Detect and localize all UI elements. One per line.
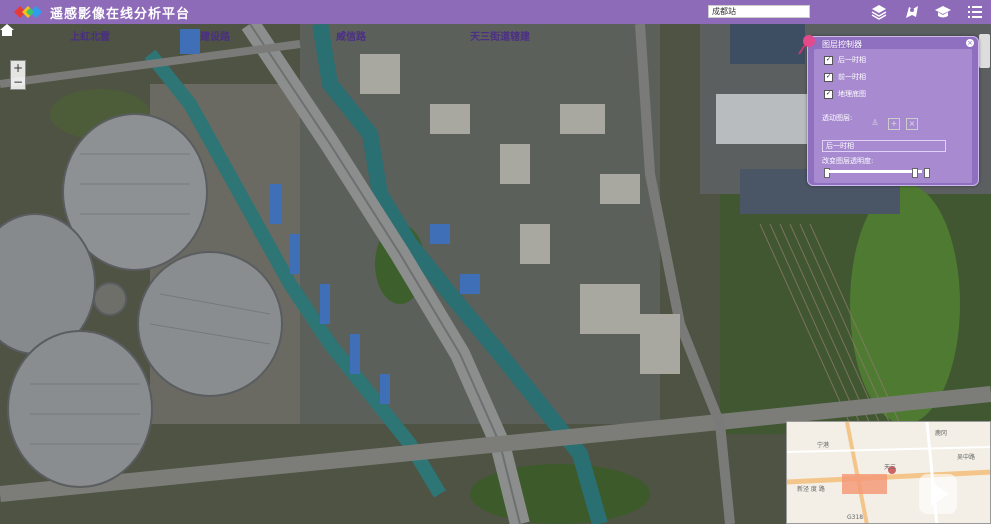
map-label: 建设路 (200, 32, 230, 43)
search-input[interactable]: 成都站 (708, 5, 810, 18)
list-icon[interactable] (966, 3, 984, 21)
opacity-label: 改变图层透明度: (822, 157, 874, 165)
minimap-label: 天三 (884, 464, 897, 471)
panel-body: ✓ 后一时相 ✓ 前一时相 ✓ 地理底图 透动图层: ♙ + × 后一时相 改变… (814, 49, 972, 183)
map-label: 威信路 (336, 32, 366, 43)
graduation-icon[interactable] (934, 3, 952, 21)
opacity-slider-track[interactable] (826, 170, 922, 173)
add-icon[interactable]: + (888, 118, 900, 130)
minimap-label: 新泾 度 路 (797, 486, 825, 493)
zoom-control: + − (10, 60, 26, 90)
minimap-label: 鹿冈 (935, 430, 948, 437)
home-icon[interactable] (0, 24, 14, 36)
checkbox-label: 后一时相 (838, 56, 866, 64)
map-label: 天三街道辖建 (470, 32, 530, 43)
minimap-graphic (787, 422, 990, 523)
layers-icon[interactable] (870, 3, 888, 21)
overview-minimap[interactable]: 宁港 鹿冈 吴中路 天三 G318 新泾 度 路 (786, 421, 991, 524)
checkbox-icon[interactable]: ✓ (824, 72, 833, 82)
slider-max-handle[interactable] (924, 168, 930, 178)
minimap-label: 吴中路 (957, 454, 976, 461)
layer-checkbox-row[interactable]: ✓ 地理底图 (824, 89, 866, 99)
layer-checkbox-row[interactable]: ✓ 后一时相 (824, 55, 866, 65)
zoom-out-button[interactable]: − (11, 75, 25, 89)
pushpin-icon (798, 35, 815, 55)
map-icon[interactable] (903, 3, 921, 21)
map-label: 上虹北霊 (70, 32, 110, 43)
app-logo (14, 6, 42, 18)
checkbox-label: 地理底图 (838, 90, 866, 98)
checkbox-icon[interactable]: ✓ (824, 89, 833, 99)
layer-checkbox-row[interactable]: ✓ 前一时相 (824, 72, 866, 82)
close-icon[interactable]: × (966, 39, 974, 47)
swipe-label: 透动图层: (822, 114, 853, 122)
layer-select[interactable]: 后一时相 (822, 140, 946, 152)
app-title: 遥感影像在线分析平台 (50, 7, 191, 22)
panel-scrollbar[interactable] (979, 34, 990, 68)
layer-control-panel: 图层控制器 × ✓ 后一时相 ✓ 前一时相 ✓ 地理底图 透动图层: ♙ + ×… (807, 36, 979, 186)
app-header: 遥感影像在线分析平台 成都站 (0, 0, 991, 24)
zoom-in-button[interactable]: + (11, 61, 25, 75)
remove-icon[interactable]: × (906, 118, 918, 130)
minimap-label: G318 (847, 514, 864, 521)
checkbox-label: 前一时相 (838, 73, 866, 81)
opacity-slider-handle[interactable] (912, 168, 919, 178)
person-icon[interactable]: ♙ (870, 118, 880, 128)
checkbox-icon[interactable]: ✓ (824, 55, 833, 65)
minimap-label: 宁港 (817, 442, 830, 449)
play-icon[interactable] (919, 474, 957, 514)
